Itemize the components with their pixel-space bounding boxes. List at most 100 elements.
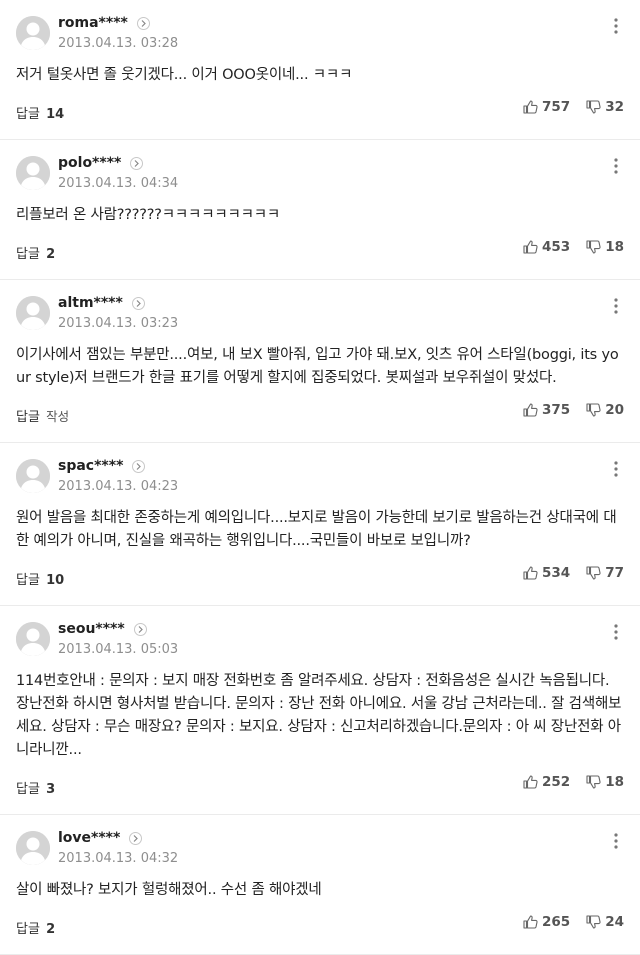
thumbs-down-icon [586,566,601,580]
comment-footer: 답글 10 534 77 [16,553,624,605]
profile-arrow-icon[interactable] [131,296,145,310]
comment-text: 저거 털옷사면 졸 웃기겠다... 이거 OOO옷이네... ㅋㅋㅋ [16,67,353,83]
dislike-button[interactable]: 77 [586,565,624,581]
comment-header: roma**** 2013.04.13. 03:28 [16,14,624,54]
comment-header: polo**** 2013.04.13. 04:34 [16,154,624,194]
comment-text: 리플보러 온 사람??????ㅋㅋㅋㅋㅋㅋㅋㅋㅋ [16,207,281,223]
avatar[interactable] [16,459,50,493]
more-options-icon[interactable] [610,831,622,851]
profile-arrow-icon[interactable] [133,622,147,636]
default-profile-icon [16,156,50,190]
like-button[interactable]: 534 [523,565,570,581]
reply-count: 3 [46,782,56,797]
comment-text: 원어 발음을 최대한 존중하는게 예의입니다....보지로 발음이 가능한데 보… [16,510,617,549]
thumbs-up-icon [523,403,538,417]
profile-arrow-icon[interactable] [130,156,144,170]
dislike-button[interactable]: 18 [586,239,624,255]
reply-count: 2 [46,922,56,937]
more-options-icon[interactable] [610,296,622,316]
reply-button[interactable]: 답글 3 [16,778,55,797]
comment-header: seou**** 2013.04.13. 05:03 [16,620,624,660]
like-count: 265 [542,914,571,930]
more-options-icon[interactable] [610,459,622,479]
like-button[interactable]: 375 [523,402,570,418]
comment-footer: 답글 2 265 24 [16,902,624,954]
more-options-icon[interactable] [610,16,622,36]
dislike-count: 32 [605,99,624,115]
profile-arrow-icon[interactable] [129,831,143,845]
like-count: 453 [542,239,571,255]
reply-count: 10 [46,573,65,588]
dislike-button[interactable]: 18 [586,774,624,790]
avatar[interactable] [16,622,50,656]
dislike-button[interactable]: 32 [586,99,624,115]
comment-item: seou**** 2013.04.13. 05:03 114번호안내 : 문의자… [0,606,640,815]
author-nickname[interactable]: altm**** [58,295,123,311]
avatar[interactable] [16,156,50,190]
author-nickname[interactable]: spac**** [58,458,123,474]
reply-label: 답글 [16,107,40,122]
reply-button[interactable]: 답글 작성 [16,406,69,425]
reply-button[interactable]: 답글 10 [16,569,64,588]
comment-text: 이기사에서 잼있는 부분만....여보, 내 보X 빨아줘, 입고 가야 돼.보… [16,347,619,386]
author-nickname[interactable]: polo**** [58,155,121,171]
author-nickname[interactable]: seou**** [58,621,125,637]
dislike-count: 18 [605,239,624,255]
comment-header: love**** 2013.04.13. 04:32 [16,829,624,869]
thumbs-up-icon [523,566,538,580]
comment-item: love**** 2013.04.13. 04:32 살이 빠졌나? 보지가 헐… [0,815,640,955]
default-profile-icon [16,16,50,50]
comment-list: roma**** 2013.04.13. 03:28 저거 털옷사면 졸 웃기겠… [0,0,640,955]
reply-label: 답글 [16,410,40,425]
more-options-icon[interactable] [610,156,622,176]
reply-button[interactable]: 답글 2 [16,243,55,262]
reply-label: 답글 [16,922,40,937]
comment-item: altm**** 2013.04.13. 03:23 이기사에서 잼있는 부분만… [0,280,640,443]
author-nickname[interactable]: roma**** [58,15,128,31]
thumbs-down-icon [586,403,601,417]
thumbs-up-icon [523,915,538,929]
reply-button[interactable]: 답글 2 [16,918,55,937]
like-button[interactable]: 757 [523,99,570,115]
like-count: 757 [542,99,571,115]
avatar[interactable] [16,296,50,330]
vote-group: 534 77 [507,565,624,581]
like-button[interactable]: 453 [523,239,570,255]
comment-date: 2013.04.13. 04:34 [58,176,179,191]
dislike-count: 77 [605,565,624,581]
comment-date: 2013.04.13. 05:03 [58,642,179,657]
comment-item: polo**** 2013.04.13. 04:34 리플보러 온 사람????… [0,140,640,280]
comment-item: spac**** 2013.04.13. 04:23 원어 발음을 최대한 존중… [0,443,640,606]
thumbs-up-icon [523,775,538,789]
author-nickname[interactable]: love**** [58,830,120,846]
like-button[interactable]: 265 [523,914,570,930]
comment-footer: 답글 3 252 18 [16,762,624,814]
default-profile-icon [16,296,50,330]
comment-text: 살이 빠졌나? 보지가 헐렁해졌어.. 수선 좀 해야겠네 [16,882,322,898]
comment-date: 2013.04.13. 03:28 [58,36,179,51]
like-count: 252 [542,774,571,790]
comment-text: 114번호안내 : 문의자 : 보지 매장 전화번호 좀 알려주세요. 상담자 … [16,673,622,758]
reply-label: 답글 [16,782,40,797]
thumbs-up-icon [523,240,538,254]
dislike-button[interactable]: 20 [586,402,624,418]
reply-count: 2 [46,247,56,262]
avatar[interactable] [16,831,50,865]
dislike-count: 20 [605,402,624,418]
reply-write-label: 작성 [46,409,70,424]
like-button[interactable]: 252 [523,774,570,790]
reply-label: 답글 [16,573,40,588]
thumbs-down-icon [586,240,601,254]
profile-arrow-icon[interactable] [136,16,150,30]
comment-item: roma**** 2013.04.13. 03:28 저거 털옷사면 졸 웃기겠… [0,0,640,140]
comment-header: altm**** 2013.04.13. 03:23 [16,294,624,334]
profile-arrow-icon[interactable] [132,459,146,473]
avatar[interactable] [16,16,50,50]
dislike-button[interactable]: 24 [586,914,624,930]
more-options-icon[interactable] [610,622,622,642]
vote-group: 757 32 [507,99,624,115]
thumbs-down-icon [586,915,601,929]
reply-button[interactable]: 답글 14 [16,103,64,122]
comment-header: spac**** 2013.04.13. 04:23 [16,457,624,497]
vote-group: 453 18 [507,239,624,255]
